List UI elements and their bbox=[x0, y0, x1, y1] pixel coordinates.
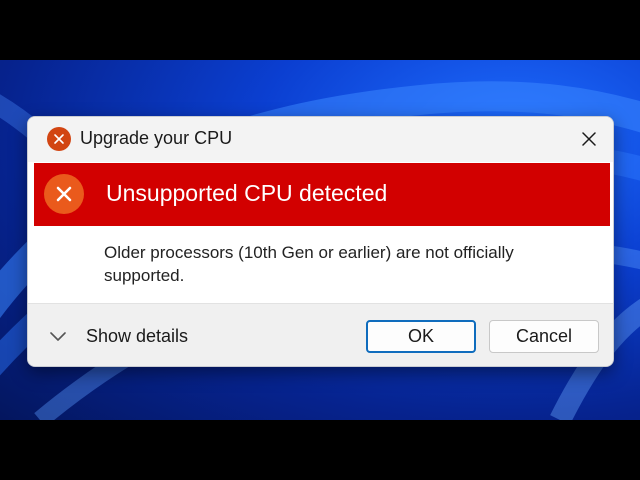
error-dialog: Upgrade your CPU Unsupported CPU detecte… bbox=[27, 116, 614, 367]
close-icon bbox=[582, 132, 596, 146]
banner-title: Unsupported CPU detected bbox=[106, 180, 388, 206]
screenshot-frame: Upgrade your CPU Unsupported CPU detecte… bbox=[0, 0, 640, 480]
error-icon bbox=[44, 174, 84, 214]
show-details-toggle[interactable]: Show details bbox=[48, 304, 189, 366]
error-icon bbox=[47, 127, 71, 151]
show-details-label: Show details bbox=[86, 326, 189, 346]
cancel-button[interactable]: Cancel bbox=[489, 320, 599, 353]
dialog-footer: Show details OK Cancel bbox=[28, 303, 613, 366]
dialog-title: Upgrade your CPU bbox=[80, 128, 233, 148]
close-button[interactable] bbox=[577, 127, 601, 151]
dialog-titlebar: Upgrade your CPU bbox=[28, 117, 613, 162]
error-message: Older processors (10th Gen or earlier) a… bbox=[104, 243, 514, 285]
ok-button[interactable]: OK bbox=[366, 320, 476, 353]
chevron-down-icon bbox=[48, 327, 68, 347]
error-banner: Unsupported CPU detected bbox=[34, 163, 610, 226]
